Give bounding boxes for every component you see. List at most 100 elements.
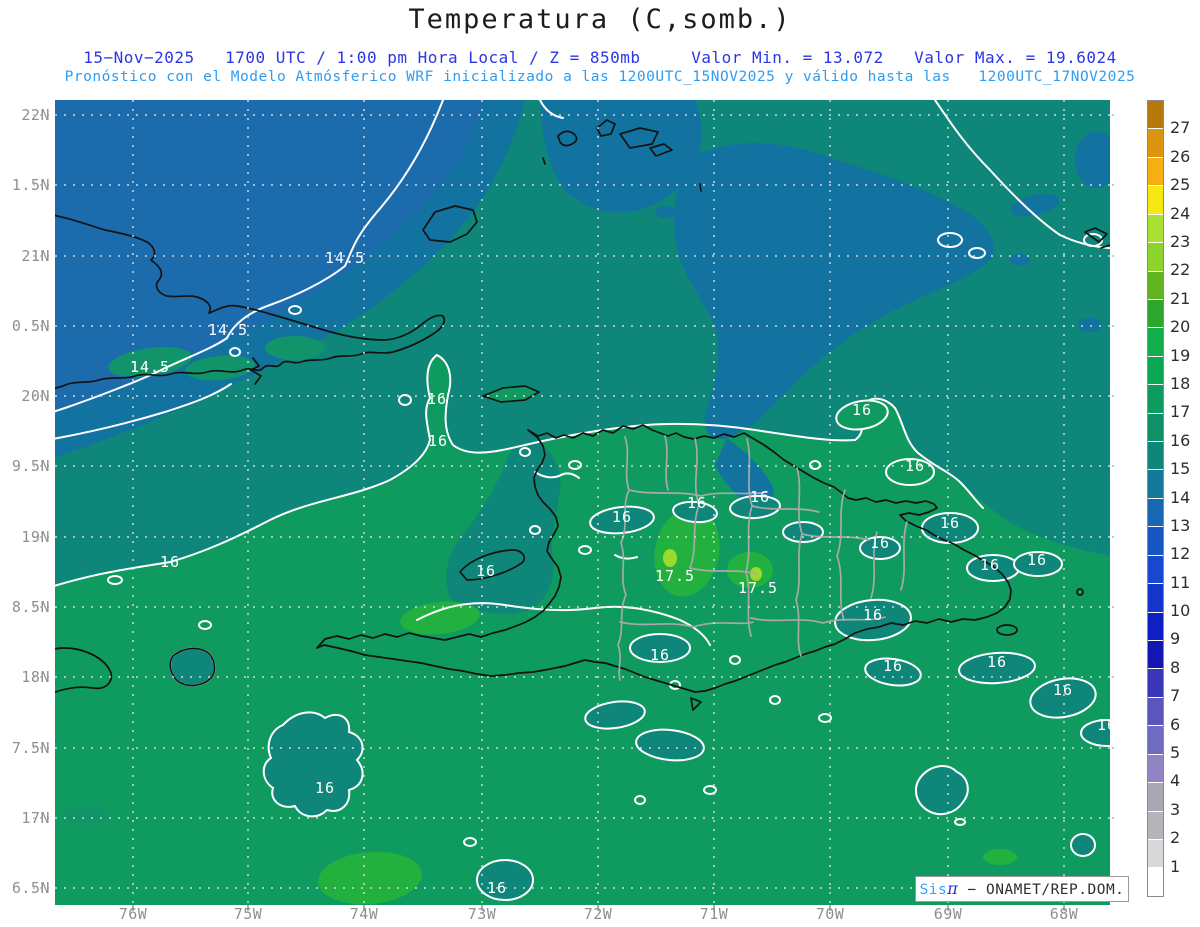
- lat-label: 22N: [21, 106, 50, 124]
- lat-label: 20N: [21, 387, 50, 405]
- colorbar-value: 6: [1170, 714, 1181, 734]
- colorbar-segment: [1148, 527, 1163, 556]
- colorbar-segment: [1148, 641, 1163, 670]
- contour-label: 16: [427, 390, 447, 408]
- colorbar-segment: [1148, 385, 1163, 414]
- contour-label: 16: [987, 653, 1007, 671]
- colorbar-segment: [1148, 783, 1163, 812]
- sispi-logo-sis: Sis: [919, 882, 948, 898]
- lat-label: 18N: [21, 668, 50, 686]
- contour-label: 16: [428, 432, 448, 450]
- contour-label: 16: [980, 556, 1000, 574]
- colorbar-value: 19: [1170, 345, 1191, 365]
- lat-label: 7.5N: [11, 739, 50, 757]
- contour-label: 16: [870, 534, 890, 552]
- colorbar-value: 26: [1170, 146, 1191, 166]
- colorbar-value: 4: [1170, 771, 1181, 791]
- contour-label: 16: [863, 606, 883, 624]
- colorbar-value: 2: [1170, 828, 1181, 848]
- shading-patch: [655, 206, 675, 218]
- contour-label: 16: [650, 646, 670, 664]
- colorbar-segment: [1148, 754, 1163, 784]
- contour-label: 16: [940, 514, 960, 532]
- colorbar-segment: [1148, 442, 1163, 471]
- lat-label: 8.5N: [11, 598, 50, 616]
- lon-label: 75W: [233, 905, 263, 923]
- colorbar-value: 8: [1170, 657, 1181, 677]
- lat-label: 9.5N: [11, 457, 50, 475]
- contour-label: 16: [750, 488, 770, 506]
- colorbar-value: 13: [1170, 515, 1191, 535]
- colorbar-value: 11: [1170, 572, 1191, 592]
- cool-patch: [914, 765, 969, 816]
- shading-patch: [1078, 318, 1102, 332]
- shading-max: [663, 549, 677, 567]
- contour-label: 16: [1097, 716, 1115, 734]
- contour-label: 17.5: [655, 567, 695, 585]
- colorbar-value: 3: [1170, 799, 1181, 819]
- weather-map-page: Temperatura (C,somb.) 15−Nov−2025 1700 U…: [0, 0, 1200, 927]
- cool-patch: [262, 711, 364, 818]
- colorbar-segment: [1148, 584, 1163, 613]
- colorbar-segment: [1148, 328, 1163, 357]
- colorbar-segment: [1148, 498, 1163, 528]
- contour-label: 16: [1027, 551, 1047, 569]
- shading-patch: [601, 187, 629, 203]
- contour-label: 16: [160, 553, 180, 571]
- colorbar-segment: [1148, 101, 1163, 130]
- colorbar-segment: [1148, 470, 1163, 499]
- lon-label: 69W: [933, 905, 963, 923]
- contour-label: 16: [852, 401, 872, 419]
- lon-label: 74W: [349, 905, 379, 923]
- colorbar-segment: [1148, 356, 1163, 386]
- subtitle-datetime-minmax: 15−Nov−2025 1700 UTC / 1:00 pm Hora Loca…: [83, 48, 1117, 67]
- lat-label: 19N: [21, 528, 50, 546]
- colorbar-value: 10: [1170, 601, 1191, 621]
- shading-17-18: [983, 849, 1017, 865]
- cool-patch: [1070, 833, 1096, 857]
- forecast-map: 14.5 14.5 14.5 16 16 16 16 16 16 16 16 16 16 16 16 16 17…: [33, 100, 1115, 911]
- colorbar-value: 9: [1170, 629, 1181, 649]
- contour-label: 14.5: [208, 321, 248, 339]
- colorbar-segment: [1148, 243, 1163, 272]
- colorbar-segment: [1148, 299, 1163, 329]
- colorbar-value: 21: [1170, 288, 1191, 308]
- colorbar-value: 15: [1170, 459, 1191, 479]
- cool-patch: [782, 521, 824, 543]
- colorbar-segment: [1148, 186, 1163, 215]
- page-title: Temperatura (C,somb.): [408, 4, 792, 35]
- temperature-colorbar: [1147, 100, 1164, 897]
- lon-label: 68W: [1049, 905, 1079, 923]
- lon-label: 70W: [815, 905, 845, 923]
- lat-label: 0.5N: [11, 317, 50, 335]
- subtitle-model-info: Pronóstico con el Modelo Atmósferico WRF…: [64, 69, 1136, 85]
- contour-label: 16: [1053, 681, 1073, 699]
- colorbar-segment: [1148, 413, 1163, 443]
- colorbar-value: 25: [1170, 175, 1191, 195]
- colorbar-value: 24: [1170, 203, 1191, 223]
- colorbar-segment: [1148, 697, 1163, 727]
- colorbar-value: 23: [1170, 231, 1191, 251]
- colorbar-value: 14: [1170, 487, 1191, 507]
- shading-patch: [265, 336, 325, 360]
- colorbar-segment: [1148, 157, 1163, 187]
- colorbar-segment: [1148, 612, 1163, 642]
- colorbar-segment: [1148, 129, 1163, 158]
- sispi-logo-pi-icon: π: [947, 879, 959, 898]
- contour-label: 17.5: [738, 579, 778, 597]
- shading-patch: [63, 807, 107, 823]
- contour-label: 14.5: [130, 358, 170, 376]
- onamet-credit: − ONAMET/REP.DOM.: [958, 882, 1125, 898]
- colorbar-value: 12: [1170, 544, 1191, 564]
- contour-label: 16: [315, 779, 335, 797]
- colorbar-segment: [1148, 669, 1163, 698]
- colorbar-value: 27: [1170, 118, 1191, 138]
- colorbar-value: 22: [1170, 260, 1191, 280]
- lon-label: 71W: [699, 905, 729, 923]
- colorbar-segment: [1148, 839, 1163, 869]
- colorbar-value: 7: [1170, 686, 1181, 706]
- contour-label: 16: [487, 879, 507, 897]
- colorbar-value: 18: [1170, 373, 1191, 393]
- colorbar-segment: [1148, 811, 1163, 840]
- lat-label: 1.5N: [11, 176, 50, 194]
